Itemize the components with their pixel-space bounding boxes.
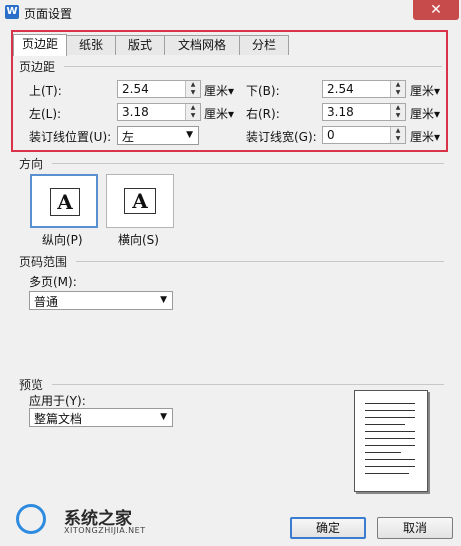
bottom-margin-value: 2.54 <box>327 82 354 96</box>
gutter-position-label: 装订线位置(U): <box>29 130 112 144</box>
ok-button[interactable]: 确定 <box>290 517 366 539</box>
portrait-page-icon: A <box>50 188 80 216</box>
chevron-down-icon: ▼ <box>160 412 167 422</box>
spin-arrows-icon[interactable]: ▲ ▼ <box>185 81 200 97</box>
cancel-button[interactable]: 取消 <box>377 517 453 539</box>
preview-text-line <box>365 466 415 467</box>
preview-text-line <box>365 438 415 439</box>
preview-text-line <box>365 452 401 453</box>
chevron-down-icon: ▼ <box>186 130 193 140</box>
page-range-divider <box>76 261 444 262</box>
top-margin-label: 上(T): <box>29 84 62 98</box>
spin-arrows-icon[interactable]: ▲ ▼ <box>390 104 405 120</box>
apply-to-select[interactable]: 整篇文档 ▼ <box>29 408 173 427</box>
title-bar: W 页面设置 ✕ <box>0 0 461 26</box>
apply-to-label: 应用于(Y): <box>29 394 86 408</box>
margins-divider <box>64 66 442 67</box>
landscape-label: 横向(S) <box>118 233 159 247</box>
portrait-label: 纵向(P) <box>42 233 83 247</box>
multi-page-select[interactable]: 普通 ▼ <box>29 291 173 310</box>
preview-text-line <box>365 431 415 432</box>
bottom-margin-input[interactable]: 2.54 ▲ ▼ <box>322 80 406 98</box>
spin-arrows-icon[interactable]: ▲ ▼ <box>390 127 405 143</box>
landscape-option[interactable]: A <box>106 174 174 228</box>
preview-text-line <box>365 473 409 474</box>
page-preview <box>354 390 428 492</box>
close-button[interactable]: ✕ <box>413 0 459 20</box>
preview-text-line <box>365 403 415 404</box>
watermark-logo-icon <box>16 504 46 534</box>
right-margin-label: 右(R): <box>246 107 280 121</box>
left-margin-label: 左(L): <box>29 107 62 121</box>
preview-text-line <box>365 424 405 425</box>
orientation-section-label: 方向 <box>19 157 44 171</box>
bottom-margin-label: 下(B): <box>246 84 280 98</box>
preview-text-line <box>365 410 415 411</box>
site-watermark: 系统之家 XITONGZHIJIA.NET <box>8 500 168 544</box>
preview-divider <box>52 384 444 385</box>
left-margin-unit[interactable]: 厘米▾ <box>204 105 234 122</box>
portrait-option[interactable]: A <box>30 174 98 228</box>
gutter-position-value: 左 <box>122 130 135 144</box>
app-icon: W <box>5 5 19 19</box>
spin-arrows-icon[interactable]: ▲ ▼ <box>390 81 405 97</box>
preview-text-line <box>365 417 415 418</box>
top-margin-unit[interactable]: 厘米▾ <box>204 82 234 99</box>
watermark-url: XITONGZHIJIA.NET <box>64 526 146 535</box>
spin-arrows-icon[interactable]: ▲ ▼ <box>185 104 200 120</box>
gutter-position-select[interactable]: 左 ▼ <box>117 126 199 145</box>
preview-section-label: 预览 <box>19 378 44 392</box>
top-margin-input[interactable]: 2.54 ▲ ▼ <box>117 80 201 98</box>
left-margin-value: 3.18 <box>122 105 149 119</box>
gutter-width-input[interactable]: 0 ▲ ▼ <box>322 126 406 144</box>
page-range-section-label: 页码范围 <box>19 255 68 269</box>
landscape-page-icon: A <box>124 188 156 214</box>
window-title: 页面设置 <box>24 7 73 21</box>
preview-text-line <box>365 445 415 446</box>
apply-to-value: 整篇文档 <box>34 412 83 426</box>
right-margin-unit[interactable]: 厘米▾ <box>410 105 440 122</box>
gutter-width-label: 装订线宽(G): <box>246 130 317 144</box>
gutter-width-unit[interactable]: 厘米▾ <box>410 128 440 145</box>
margins-section-label: 页边距 <box>19 60 56 74</box>
multi-page-value: 普通 <box>34 295 59 309</box>
right-margin-input[interactable]: 3.18 ▲ ▼ <box>322 103 406 121</box>
right-margin-value: 3.18 <box>327 105 354 119</box>
orientation-divider <box>52 163 444 164</box>
gutter-width-value: 0 <box>327 128 335 142</box>
left-margin-input[interactable]: 3.18 ▲ ▼ <box>117 103 201 121</box>
multi-page-label: 多页(M): <box>29 275 77 289</box>
chevron-down-icon: ▼ <box>160 295 167 305</box>
top-margin-value: 2.54 <box>122 82 149 96</box>
bottom-margin-unit[interactable]: 厘米▾ <box>410 82 440 99</box>
preview-text-line <box>365 459 415 460</box>
